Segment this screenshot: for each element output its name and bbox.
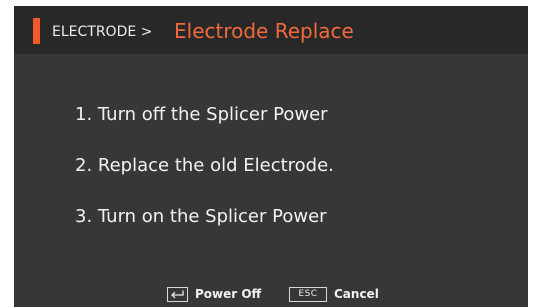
power-off-button[interactable]: Power Off <box>167 284 261 304</box>
instruction-step-1: 1. Turn off the Splicer Power <box>75 104 328 125</box>
cancel-button[interactable]: ESC Cancel <box>289 284 379 304</box>
cancel-label: Cancel <box>334 287 379 301</box>
instruction-steps: 1. Turn off the Splicer Power 2. Replace… <box>75 103 334 256</box>
header-bar: ELECTRODE > Electrode Replace <box>14 6 528 54</box>
splicer-screen: ELECTRODE > Electrode Replace 1. Turn of… <box>14 6 528 307</box>
header-accent-bar <box>33 18 40 44</box>
page-title: Electrode Replace <box>174 19 354 43</box>
instruction-step-2: 2. Replace the old Electrode. <box>75 155 334 176</box>
esc-key-icon: ESC <box>289 286 327 302</box>
power-off-label: Power Off <box>195 287 262 301</box>
instruction-step-3: 3. Turn on the Splicer Power <box>75 206 327 227</box>
softkey-bar: Power Off ESC Cancel <box>14 284 528 307</box>
breadcrumb: ELECTRODE > <box>52 24 153 40</box>
enter-key-icon <box>167 286 188 302</box>
